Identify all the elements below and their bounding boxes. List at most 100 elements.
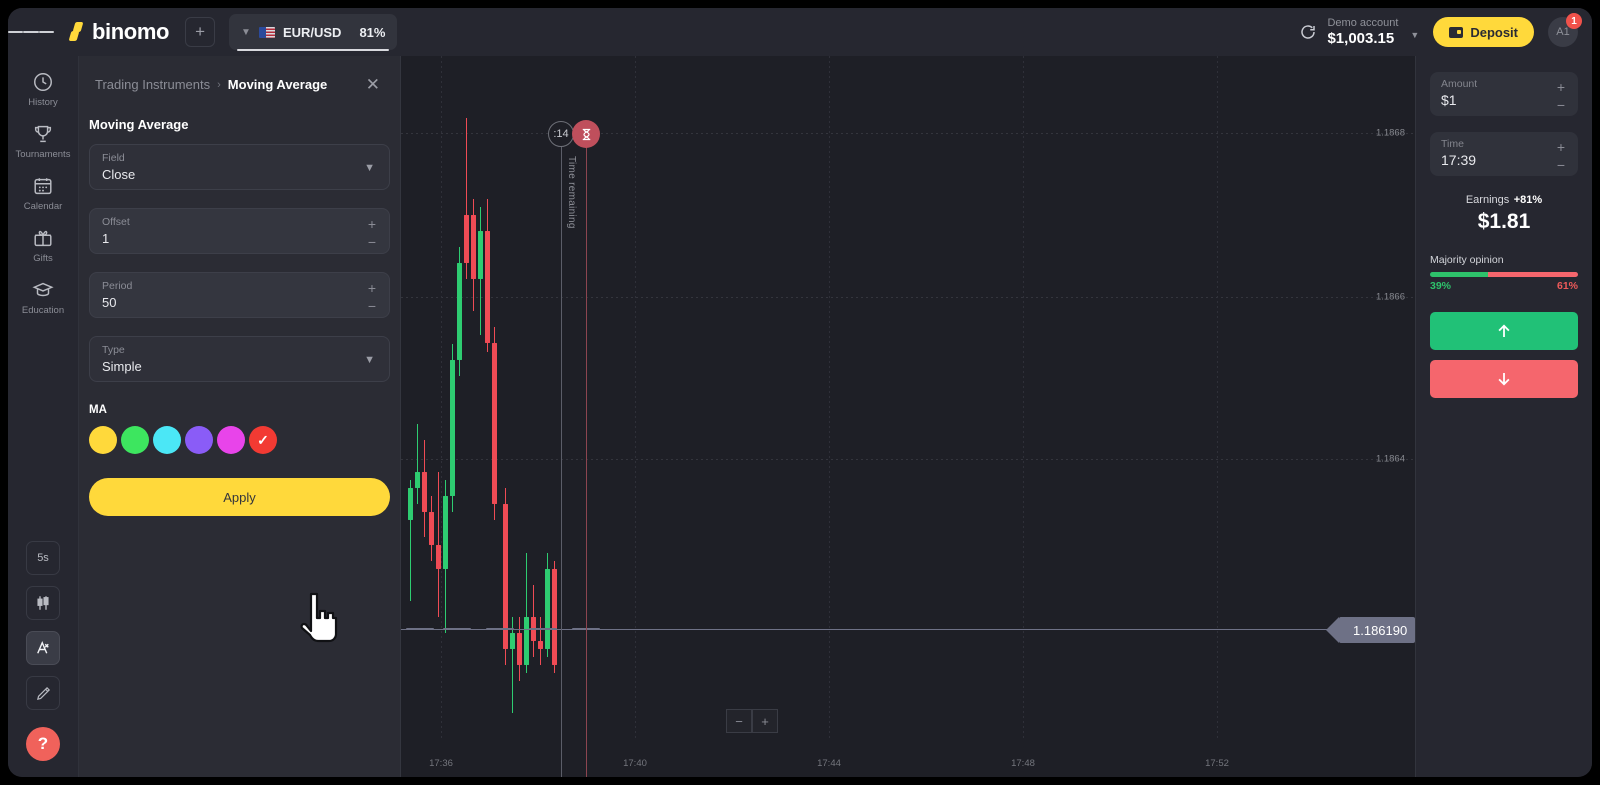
period-stepper[interactable]: Period 50 + − (89, 272, 390, 318)
timeframe-button[interactable]: 5s (26, 541, 60, 575)
candlestick (457, 246, 462, 376)
candlestick (552, 560, 557, 674)
offset-increment-button[interactable]: + (368, 217, 376, 231)
sidebar-item-calendar[interactable]: Calendar (13, 174, 73, 212)
call-up-button[interactable] (1430, 312, 1578, 350)
indicators-button[interactable] (26, 631, 60, 665)
draw-button[interactable] (26, 676, 60, 710)
clock-history-icon (13, 70, 73, 94)
put-down-button[interactable] (1430, 360, 1578, 398)
time-axis-label: 17:48 (1011, 758, 1035, 769)
type-select[interactable]: Type Simple ▼ (89, 336, 390, 382)
app-window: binomo + ▼ EUR/USD 81% Demo account $1,0… (8, 8, 1592, 777)
period-increment-button[interactable]: + (368, 281, 376, 295)
amount-increment-button[interactable]: + (1557, 80, 1565, 94)
offset-value: 1 (102, 231, 110, 246)
type-value: Simple (102, 359, 142, 374)
close-icon[interactable]: ✕ (366, 76, 380, 93)
majority-opinion-bar (1430, 272, 1578, 277)
candlestick (517, 616, 522, 682)
period-decrement-button[interactable]: − (368, 299, 376, 313)
color-swatch-4[interactable] (217, 426, 245, 454)
top-bar-right: Demo account $1,003.15 ▼ Deposit A1 1 (1299, 13, 1592, 47)
time-label: Time (1441, 138, 1464, 150)
asset-tab-eurusd[interactable]: ▼ EUR/USD 81% (229, 14, 398, 51)
notification-badge: 1 (1566, 13, 1582, 29)
color-swatch-0[interactable] (89, 426, 117, 454)
chevron-down-icon[interactable]: ▼ (241, 27, 251, 38)
majority-up-fill (1430, 272, 1488, 277)
account-chevron-down-icon[interactable]: ▼ (1410, 30, 1419, 40)
sidebar-item-tournaments[interactable]: Tournaments (13, 122, 73, 160)
candlestick (538, 616, 543, 666)
arrow-down-icon (1498, 373, 1510, 386)
deposit-button[interactable]: Deposit (1433, 17, 1534, 47)
arrow-up-icon (1498, 324, 1510, 337)
wallet-icon (1449, 26, 1464, 38)
avatar[interactable]: A1 1 (1548, 13, 1582, 47)
gridline (401, 459, 1415, 460)
vgridline (829, 56, 830, 739)
color-swatch-3[interactable] (185, 426, 213, 454)
refresh-icon[interactable] (1299, 23, 1317, 41)
left-sidebar: History Tournaments Calendar Gifts Educa… (8, 56, 79, 777)
candlestick (408, 480, 413, 601)
current-price-line (401, 629, 1331, 630)
chevron-down-icon[interactable]: ▼ (364, 162, 375, 174)
asset-payout: 81% (359, 24, 386, 40)
sidebar-label-education: Education (21, 305, 65, 316)
sidebar-label-history: History (28, 97, 58, 108)
breadcrumb-trading-instruments[interactable]: Trading Instruments (95, 77, 210, 92)
time-decrement-button[interactable]: − (1557, 158, 1565, 172)
price-axis-label: 1.1864 (1375, 453, 1405, 465)
time-stepper[interactable]: Time 17:39 + − (1430, 132, 1578, 176)
pointer-hand-cursor (300, 592, 338, 643)
us-eu-flag-icon (258, 26, 275, 38)
color-swatch-1[interactable] (121, 426, 149, 454)
chart-type-button[interactable] (26, 586, 60, 620)
amount-value: $1 (1441, 92, 1457, 108)
hamburger-menu-icon[interactable] (8, 8, 54, 56)
candlestick (415, 423, 420, 505)
candlestick-chart-icon (37, 596, 49, 610)
current-price-tag: 1.186190 (1325, 617, 1415, 643)
field-select[interactable]: Field Close ▼ (89, 144, 390, 190)
amount-stepper[interactable]: Amount $1 + − (1430, 72, 1578, 116)
time-axis-label: 17:36 (429, 758, 453, 769)
trade-panel: Amount $1 + − Time 17:39 + − Earnings +8… (1415, 56, 1592, 777)
candlestick (510, 616, 515, 714)
chevron-down-icon[interactable]: ▼ (364, 354, 375, 366)
sidebar-item-education[interactable]: Education (13, 278, 73, 316)
gridline (401, 297, 1415, 298)
sidebar-item-gifts[interactable]: Gifts (13, 226, 73, 264)
ma-color-swatches: ✓ (89, 426, 400, 454)
offset-decrement-button[interactable]: − (368, 235, 376, 249)
zoom-controls: − + (726, 709, 778, 733)
vgridline (441, 56, 442, 739)
field-value: Close (102, 167, 136, 182)
sidebar-label-gifts: Gifts (33, 253, 53, 264)
brand-logo[interactable]: binomo (68, 19, 169, 45)
apply-button[interactable]: Apply (89, 478, 390, 516)
price-chart[interactable]: 1.1868 1.1866 1.1864 17:36 17:40 17:44 1… (401, 56, 1415, 777)
indicators-icon (37, 640, 49, 654)
majority-opinion-values: 39% 61% (1430, 280, 1578, 292)
time-increment-button[interactable]: + (1557, 140, 1565, 154)
sidebar-item-history[interactable]: History (13, 70, 73, 108)
time-axis-label: 17:52 (1205, 758, 1229, 769)
zoom-in-button[interactable]: + (752, 709, 778, 733)
help-button[interactable]: ? (26, 727, 60, 761)
offset-stepper[interactable]: Offset 1 + − (89, 208, 390, 254)
zoom-out-button[interactable]: − (726, 709, 752, 733)
earnings-label: Earnings (1465, 194, 1510, 206)
account-type-label: Demo account (1327, 17, 1399, 29)
majority-down-value: 61% (1556, 280, 1578, 292)
color-swatch-2[interactable] (153, 426, 181, 454)
deal-expiry-badge[interactable] (572, 120, 600, 148)
amount-label: Amount (1441, 78, 1478, 90)
add-asset-button[interactable]: + (185, 17, 216, 47)
amount-decrement-button[interactable]: − (1557, 98, 1565, 112)
color-swatch-5[interactable]: ✓ (249, 426, 277, 454)
account-info[interactable]: Demo account $1,003.15 (1327, 17, 1398, 47)
candlestick (492, 327, 497, 521)
